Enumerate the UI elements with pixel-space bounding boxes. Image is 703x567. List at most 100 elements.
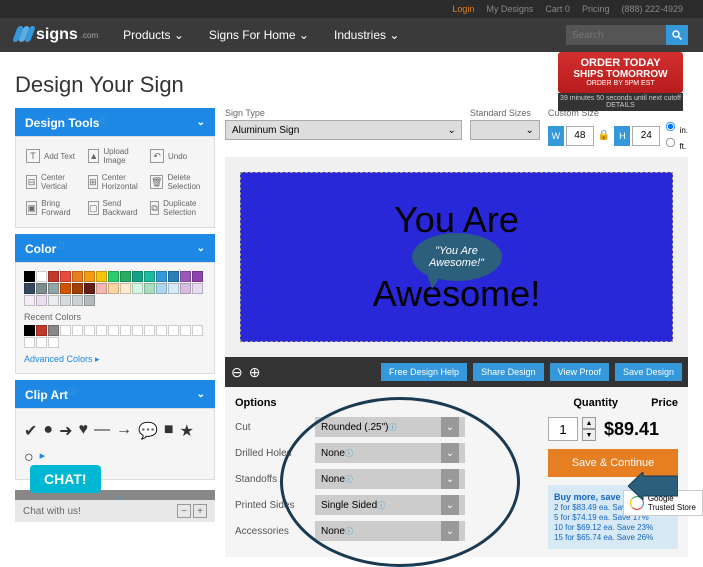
recent-color-swatch[interactable] [132, 325, 143, 336]
nav-industries[interactable]: Industries ⌄ [334, 28, 399, 42]
color-swatch[interactable] [108, 271, 119, 282]
cut-select[interactable]: Rounded (.25")ⓘ [315, 417, 465, 437]
color-swatch[interactable] [120, 283, 131, 294]
color-swatch[interactable] [192, 283, 203, 294]
clip-square[interactable]: ■ [164, 421, 174, 441]
recent-color-swatch[interactable] [156, 325, 167, 336]
color-swatch[interactable] [48, 283, 59, 294]
width-input[interactable] [566, 126, 594, 146]
color-swatch[interactable] [72, 283, 83, 294]
login-link[interactable]: Login [452, 4, 474, 14]
color-swatch[interactable] [36, 295, 47, 306]
color-swatch[interactable] [96, 271, 107, 282]
color-swatch[interactable] [60, 283, 71, 294]
color-swatch[interactable] [108, 283, 119, 294]
clip-circle[interactable]: ● [43, 421, 53, 441]
tool-upload-image[interactable]: ▲Upload Image [86, 145, 144, 167]
cart-link[interactable]: Cart 0 [545, 4, 570, 14]
recent-color-swatch[interactable] [144, 325, 155, 336]
tool-duplicate[interactable]: ⧉Duplicate Selection [148, 197, 206, 219]
advanced-colors-link[interactable]: Advanced Colors ▸ [24, 354, 206, 365]
nav-signs-for-home[interactable]: Signs For Home ⌄ [209, 28, 309, 42]
google-trusted-badge[interactable]: GoogleTrusted Store [623, 490, 703, 516]
color-swatch[interactable] [48, 295, 59, 306]
tool-delete[interactable]: 🗑Delete Selection [148, 171, 206, 193]
recent-color-swatch[interactable] [48, 325, 59, 336]
pricing-link[interactable]: Pricing [582, 4, 610, 14]
share-design-button[interactable]: Share Design [473, 363, 544, 381]
view-proof-button[interactable]: View Proof [550, 363, 609, 381]
color-swatch[interactable] [36, 271, 47, 282]
recent-color-swatch[interactable] [24, 337, 35, 348]
free-design-help-button[interactable]: Free Design Help [381, 363, 467, 381]
color-swatch[interactable] [24, 271, 35, 282]
recent-color-swatch[interactable] [36, 337, 47, 348]
qty-up-button[interactable]: ▲ [582, 417, 596, 429]
clip-check[interactable]: ✔ [24, 421, 37, 441]
tool-undo[interactable]: ↶Undo [148, 145, 206, 167]
search-button[interactable] [666, 25, 688, 45]
tool-send-backward[interactable]: ▢Send Backward [86, 197, 144, 219]
chat-bar[interactable]: Chat with us! −+ [15, 500, 215, 522]
color-swatch[interactable] [144, 271, 155, 282]
color-swatch[interactable] [156, 271, 167, 282]
accessories-select[interactable]: Noneⓘ [315, 521, 465, 541]
logo[interactable]: signs.com [15, 26, 98, 44]
panel-color-header[interactable]: Colorⓘ⌄ [15, 234, 215, 262]
recent-color-swatch[interactable] [120, 325, 131, 336]
clip-dash[interactable]: — [94, 421, 110, 441]
color-swatch[interactable] [24, 283, 35, 294]
standard-sizes-select[interactable] [470, 120, 540, 140]
color-swatch[interactable] [72, 271, 83, 282]
color-swatch[interactable] [168, 271, 179, 282]
color-swatch[interactable] [168, 283, 179, 294]
color-swatch[interactable] [120, 271, 131, 282]
color-swatch[interactable] [60, 295, 71, 306]
tool-center-horizontal[interactable]: ⊞Center Horizontal [86, 171, 144, 193]
recent-color-swatch[interactable] [96, 325, 107, 336]
clip-speech[interactable]: 💬 [138, 421, 158, 441]
color-swatch[interactable] [132, 283, 143, 294]
recent-color-swatch[interactable] [108, 325, 119, 336]
panel-design-tools-header[interactable]: Design Toolsⓘ⌄ [15, 108, 215, 136]
color-swatch[interactable] [84, 295, 95, 306]
my-designs-link[interactable]: My Designs [486, 4, 533, 14]
standoffs-select[interactable]: Noneⓘ [315, 469, 465, 489]
color-swatch[interactable] [84, 283, 95, 294]
height-input[interactable] [632, 126, 660, 146]
recent-color-swatch[interactable] [72, 325, 83, 336]
quantity-input[interactable] [548, 417, 578, 441]
recent-color-swatch[interactable] [180, 325, 191, 336]
save-design-button[interactable]: Save Design [615, 363, 682, 381]
color-swatch[interactable] [24, 295, 35, 306]
recent-color-swatch[interactable] [60, 325, 71, 336]
chat-tab[interactable]: CHAT! [30, 465, 101, 493]
color-swatch[interactable] [180, 271, 191, 282]
color-swatch[interactable] [180, 283, 191, 294]
recent-color-swatch[interactable] [36, 325, 47, 336]
tool-center-vertical[interactable]: ⊟Center Vertical [24, 171, 82, 193]
clip-arrow[interactable]: → [116, 421, 132, 441]
lock-icon[interactable]: 🔒 [598, 130, 610, 141]
save-continue-button[interactable]: Save & Continue [548, 449, 678, 477]
color-swatch[interactable] [84, 271, 95, 282]
sign-type-select[interactable]: Aluminum Sign [225, 120, 462, 140]
color-swatch[interactable] [132, 271, 143, 282]
color-swatch[interactable] [60, 271, 71, 282]
search-input[interactable] [566, 25, 666, 45]
color-swatch[interactable] [48, 271, 59, 282]
unit-feet[interactable]: ft. [664, 136, 688, 151]
promo-banner[interactable]: ORDER TODAY SHIPS TOMORROW ORDER BY 5PM … [558, 52, 683, 111]
sign-canvas[interactable]: You Are "You Are Awesome!" Awesome! [240, 172, 673, 342]
zoom-in-button[interactable]: ⊕ [249, 364, 261, 381]
color-swatch[interactable] [72, 295, 83, 306]
recent-color-swatch[interactable] [84, 325, 95, 336]
clip-arrow-right[interactable]: ➜ [59, 421, 72, 441]
qty-down-button[interactable]: ▼ [582, 429, 596, 441]
color-swatch[interactable] [156, 283, 167, 294]
sign-speech-bubble[interactable]: "You Are Awesome!" [412, 233, 502, 281]
color-swatch[interactable] [36, 283, 47, 294]
nav-products[interactable]: Products ⌄ [123, 28, 184, 42]
tool-bring-forward[interactable]: ▣Bring Forward [24, 197, 82, 219]
printed-sides-select[interactable]: Single Sidedⓘ [315, 495, 465, 515]
